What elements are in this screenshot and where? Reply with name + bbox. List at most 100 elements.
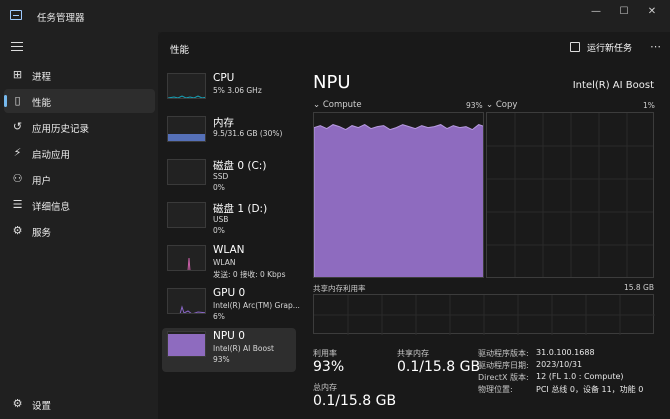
nav-item-settings[interactable]: ⚙ 设置 [4,392,155,416]
device-memory[interactable]: 内存 9.5/31.6 GB (30%) [162,113,296,157]
shared-memory-label: 共享内存 [397,349,429,358]
device-disk-0[interactable]: 磁盘 0 (C:) SSD 0% [162,156,296,200]
device-detail: 5% 3.06 GHz [213,86,262,95]
directx-version-label: DirectX 版本: [478,373,529,382]
wlan-sparkline [187,257,191,270]
device-detail: WLAN [213,258,236,267]
nav-item-label: 进程 [32,72,52,83]
device-usage: 6% [213,312,225,321]
window-title: 任务管理器 [37,13,85,24]
more-options-icon[interactable]: ⋯ [650,40,661,53]
utilization-value: 93% [313,359,345,375]
close-button[interactable]: ✕ [639,4,665,22]
device-name: 磁盘 0 (C:) [213,160,267,172]
device-wlan[interactable]: WLAN WLAN 发送: 0 接收: 0 Kbps [162,242,296,286]
device-disk-1[interactable]: 磁盘 1 (D:) USB 0% [162,199,296,243]
nav-item-label: 应用历史记录 [32,124,90,135]
processes-icon: ⊞ [12,68,23,81]
run-task-icon [570,42,580,52]
run-new-task-button[interactable]: 运行新任务 [587,41,632,54]
npu-fill [168,333,205,356]
nav-item-services[interactable]: ⚙ 服务 [4,219,155,243]
npu-thumbnail [167,331,206,357]
device-detail: Intel(R) Arc(TM) Grap... [213,301,300,310]
driver-date-value: 2023/10/31 [536,360,583,369]
device-detail: Intel(R) AI Boost [213,344,274,353]
driver-date-label: 驱动程序日期: [478,361,529,370]
nav-item-label: 性能 [32,98,52,109]
shared-memory-caption: 共享内存利用率 [313,284,366,293]
cpu-sparkline [168,95,205,98]
nav-item-details[interactable]: ☰ 详细信息 [4,193,155,217]
device-usage: 0% [213,183,225,192]
nav-item-label: 设置 [32,401,52,412]
compute-graph-pct: 93% [466,101,483,110]
compute-graph-caption[interactable]: ⌄ Compute [313,100,362,110]
compute-area [314,124,483,277]
physical-location-label: 物理位置: [478,385,513,394]
device-cpu[interactable]: CPU 5% 3.06 GHz [162,70,296,114]
performance-icon: ▯ [14,94,21,107]
device-usage: 0% [213,226,225,235]
nav-item-app-history[interactable]: ↺ 应用历史记录 [4,115,155,139]
maximize-button[interactable]: ☐ [611,4,637,22]
users-icon: ⚇ [12,172,23,185]
physical-location-value: PCI 总线 0，设备 11，功能 0 [536,385,644,394]
driver-version-label: 驱动程序版本: [478,349,529,358]
device-name: 磁盘 1 (D:) [213,203,268,215]
device-throughput: 发送: 0 接收: 0 Kbps [213,270,286,279]
page-title: 性能 [170,45,190,56]
compute-graph [313,112,484,278]
npu-detail-panel: NPU Intel(R) AI Boost ⌄ Compute 93% ⌄ Co… [313,70,668,419]
minimize-button[interactable]: — [583,4,609,22]
device-npu[interactable]: NPU 0 Intel(R) AI Boost 93% [162,328,296,372]
device-name: NPU 0 [213,330,245,342]
gpu-sparkline [179,305,205,313]
total-memory-label: 总内存 [313,383,337,392]
device-detail: 9.5/31.6 GB (30%) [213,129,283,138]
device-name: WLAN [213,244,245,256]
directx-version-value: 12 (FL 1.0 : Compute) [536,372,624,381]
nav-item-processes[interactable]: ⊞ 进程 [4,63,155,87]
disk-0-thumbnail [167,159,206,185]
startup-icon: ⚡ [13,146,22,159]
cpu-thumbnail [167,73,206,99]
nav-item-label: 服务 [32,228,52,239]
device-usage: 93% [213,355,230,364]
memory-fill [168,133,205,141]
disk-1-thumbnail [167,202,206,228]
total-memory-value: 0.1/15.8 GB [313,393,397,409]
nav-item-startup-apps[interactable]: ⚡ 启动应用 [4,141,155,165]
copy-graph-grid [487,113,653,277]
compute-graph-svg [314,124,483,277]
utilization-label: 利用率 [313,349,337,358]
title-bar: 任务管理器 — ☐ ✕ [0,0,670,32]
nav-item-users[interactable]: ⚇ 用户 [4,167,155,191]
content-pane: 性能 运行新任务 ⋯ CPU 5% 3.06 GHz 内存 9.5/31.6 G… [158,32,670,419]
nav-item-label: 启动应用 [32,150,71,161]
hamburger-menu-icon[interactable] [11,42,23,51]
device-detail: USB [213,215,229,224]
shared-memory-graph [313,294,655,335]
compute-caption-text: Compute [322,100,362,110]
copy-graph-caption[interactable]: ⌄ Copy [486,100,517,110]
nav-item-label: 用户 [32,176,52,187]
history-icon: ↺ [12,120,23,133]
copy-graph-pct: 1% [643,101,655,110]
device-name: 内存 [213,117,234,129]
nav-item-label: 详细信息 [32,202,71,213]
gpu-thumbnail [167,288,206,314]
device-gpu[interactable]: GPU 0 Intel(R) Arc(TM) Grap... 6% [162,285,300,329]
wlan-thumbnail [167,245,206,271]
driver-version-value: 31.0.100.1688 [536,348,595,357]
copy-graph [486,112,654,278]
shared-memory-grid [314,295,655,335]
nav-pane: ⊞ 进程 ▯ 性能 ↺ 应用历史记录 ⚡ 启动应用 ⚇ 用户 ☰ 详细信息 ⚙ … [0,32,158,419]
active-indicator [4,95,7,107]
device-title: NPU [313,72,351,93]
details-icon: ☰ [12,198,23,211]
settings-gear-icon: ⚙ [12,397,23,410]
copy-caption-text: Copy [495,100,518,110]
nav-item-performance[interactable]: ▯ 性能 [4,89,155,113]
shared-memory-value: 0.1/15.8 GB [397,359,481,375]
